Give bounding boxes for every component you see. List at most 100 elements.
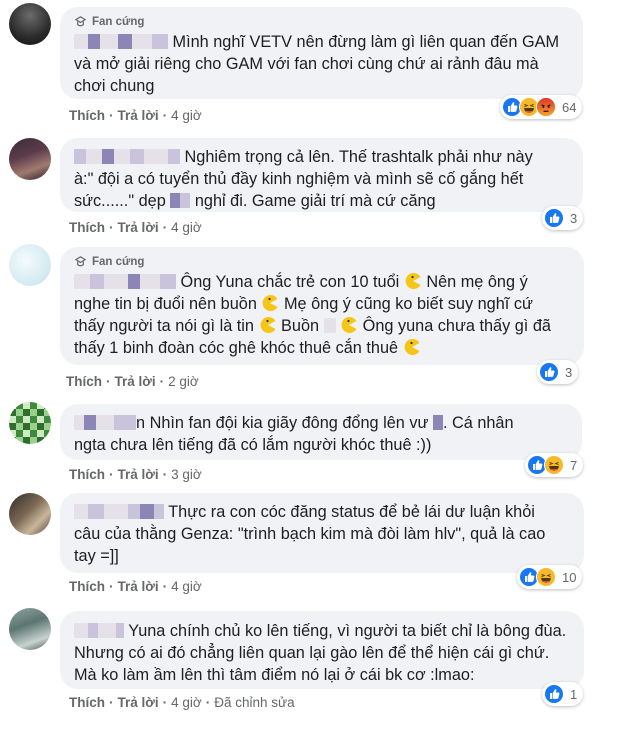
text-line: Mình nghĩ VETV nên đừng làm gì liên quan… bbox=[172, 33, 560, 51]
like-link[interactable]: Thích bbox=[69, 220, 105, 235]
edited-label[interactable]: Đã chỉnh sửa bbox=[214, 695, 294, 710]
pacman-emoji-icon bbox=[340, 316, 358, 334]
text-line: Mà ko làm ầm lên thì tâm điểm nó lại ở c… bbox=[74, 666, 475, 684]
like-icon bbox=[544, 684, 564, 704]
avatar[interactable] bbox=[9, 3, 51, 45]
text-line: Mẹ ông ý cũng ko biết suy nghĩ cứ bbox=[283, 295, 533, 313]
comment-actions: Thích · Trả lời · 4 giờ · Đã chỉnh sửa bbox=[69, 695, 295, 710]
comment-text: Ông Yuna chắc trẻ con 10 tuổi Nên mẹ ông… bbox=[74, 271, 570, 359]
text-line: Nghiêm trọng cả lên. Thế trashtalk phải … bbox=[184, 148, 533, 166]
author-name-blurred[interactable] bbox=[74, 33, 168, 49]
text-line: chơi chung bbox=[74, 77, 155, 95]
reply-link[interactable]: Trả lời bbox=[118, 695, 159, 710]
author-name-blurred[interactable] bbox=[74, 148, 180, 164]
avatar[interactable] bbox=[9, 138, 51, 180]
text-line: thấy 1 binh đoàn cóc ghê khóc thuê cắn t… bbox=[74, 339, 399, 357]
comment-text: Mình nghĩ VETV nên đừng làm gì liên quan… bbox=[74, 31, 569, 97]
comment-actions: Thích · Trả lời · 4 giờ bbox=[69, 220, 202, 235]
avatar[interactable] bbox=[9, 244, 51, 286]
timestamp[interactable]: 3 giờ bbox=[171, 467, 202, 482]
text-line: Thực ra con cóc đăng status để bẻ lái dư… bbox=[168, 503, 535, 521]
badge-label: Fan cứng bbox=[92, 255, 145, 268]
comment-text: Yuna chính chủ ko lên tiếng, vì người ta… bbox=[74, 620, 570, 686]
reply-link[interactable]: Trả lời bbox=[118, 220, 159, 235]
comment-bubble: n Nhìn fan đội kia giãy đông đổng lên vư… bbox=[60, 404, 582, 460]
angry-icon bbox=[536, 97, 556, 117]
reply-link[interactable]: Trả lời bbox=[115, 374, 156, 389]
comment-bubble: Nghiêm trọng cả lên. Thế trashtalk phải … bbox=[60, 138, 583, 212]
text-line: Ông yuna chưa thấy gì đã bbox=[362, 317, 551, 335]
pacman-emoji-icon bbox=[404, 272, 422, 290]
reaction-count: 1 bbox=[570, 686, 578, 702]
text-line: Ông Yuna chắc trẻ con 10 tuổi bbox=[180, 273, 400, 291]
timestamp[interactable]: 4 giờ bbox=[171, 579, 202, 594]
name-blurred bbox=[170, 192, 191, 208]
text-line: . Cá nhân bbox=[442, 414, 514, 432]
reaction-count: 10 bbox=[562, 569, 577, 585]
text-line: ngta chưa lên tiếng đã có lắm người khóc… bbox=[74, 436, 432, 454]
pacman-emoji-icon bbox=[261, 294, 279, 312]
reactions-summary[interactable]: 3 bbox=[542, 206, 584, 230]
like-link[interactable]: Thích bbox=[69, 108, 105, 123]
badge-icon bbox=[74, 255, 87, 268]
reply-link[interactable]: Trả lời bbox=[118, 108, 159, 123]
author-name-blurred[interactable] bbox=[74, 414, 136, 430]
like-link[interactable]: Thích bbox=[69, 467, 105, 482]
text-line: n Nhìn fan đội kia giãy đông đổng lên vư bbox=[136, 414, 429, 432]
comment-bubble: Fan cứng Mình nghĩ VETV nên đừng làm gì … bbox=[60, 7, 583, 99]
reaction-count: 64 bbox=[562, 99, 577, 115]
fan-badge: Fan cứng bbox=[74, 15, 569, 28]
text-line: sức......" dẹp bbox=[74, 192, 166, 210]
reply-link[interactable]: Trả lời bbox=[118, 579, 159, 594]
haha-icon bbox=[544, 455, 564, 475]
text-line: nghỉ đi. Game giải trí mà cứ căng bbox=[194, 192, 436, 210]
haha-icon bbox=[536, 567, 556, 587]
reaction-count: 3 bbox=[565, 364, 573, 380]
comment-text: Nghiêm trọng cả lên. Thế trashtalk phải … bbox=[74, 146, 569, 212]
comment-bubble: Fan cứng Ông Yuna chắc trẻ con 10 tuổi N… bbox=[60, 247, 584, 365]
like-icon bbox=[544, 208, 564, 228]
author-name-blurred[interactable] bbox=[74, 622, 124, 638]
text-line: Buồn bbox=[281, 317, 320, 335]
pacman-emoji-icon bbox=[259, 316, 277, 334]
text-line: câu của thằng Genza: "trình bạch kim mà … bbox=[74, 525, 546, 543]
reactions-summary[interactable]: 3 bbox=[537, 360, 579, 384]
timestamp[interactable]: 4 giờ bbox=[171, 108, 202, 123]
reactions-summary[interactable]: 10 bbox=[517, 565, 583, 589]
reply-link[interactable]: Trả lời bbox=[118, 467, 159, 482]
text-line: và mở giải riêng cho GAM với fan chơi cù… bbox=[74, 55, 539, 73]
avatar[interactable] bbox=[9, 493, 51, 535]
comment-actions: Thích · Trả lời · 3 giờ bbox=[69, 467, 202, 482]
comment-bubble: Thực ra con cóc đăng status để bẻ lái dư… bbox=[60, 493, 584, 573]
reaction-count: 3 bbox=[570, 210, 578, 226]
timestamp[interactable]: 4 giờ bbox=[171, 695, 202, 710]
author-name-blurred[interactable] bbox=[74, 273, 176, 289]
avatar[interactable] bbox=[9, 402, 51, 444]
badge-icon bbox=[74, 15, 87, 28]
avatar[interactable] bbox=[9, 608, 51, 650]
reactions-summary[interactable]: 64 bbox=[500, 95, 583, 119]
like-link[interactable]: Thích bbox=[69, 579, 105, 594]
timestamp[interactable]: 4 giờ bbox=[171, 220, 202, 235]
comment-actions: Thích · Trả lời · 4 giờ bbox=[69, 108, 202, 123]
comment-actions: Thích · Trả lời · 2 giờ bbox=[66, 374, 199, 389]
fan-badge: Fan cứng bbox=[74, 255, 570, 268]
reactions-summary[interactable]: 7 bbox=[525, 453, 584, 477]
text-line: à:" đội a có tuyển thủ đầy kinh nghiệm v… bbox=[74, 170, 524, 188]
reactions-summary[interactable]: 1 bbox=[542, 682, 584, 706]
like-link[interactable]: Thích bbox=[69, 695, 105, 710]
like-link[interactable]: Thích bbox=[66, 374, 102, 389]
reaction-count: 7 bbox=[570, 457, 578, 473]
text-line: nghe tin bị đuổi nên buồn bbox=[74, 295, 257, 313]
comment-text: Thực ra con cóc đăng status để bẻ lái dư… bbox=[74, 501, 570, 567]
comment-text: n Nhìn fan đội kia giãy đông đổng lên vư… bbox=[74, 412, 568, 456]
badge-label: Fan cứng bbox=[92, 15, 145, 28]
comment-bubble: Yuna chính chủ ko lên tiếng, vì người ta… bbox=[60, 611, 584, 689]
timestamp[interactable]: 2 giờ bbox=[168, 374, 199, 389]
author-name-blurred[interactable] bbox=[74, 503, 164, 519]
text-line: Yuna chính chủ ko lên tiếng, vì người ta… bbox=[128, 622, 567, 640]
text-line: tay =]] bbox=[74, 547, 119, 565]
text-line: Nên mẹ ông ý bbox=[426, 273, 528, 291]
text-line: Nhưng có ai đó chẳng liên quan lại gào l… bbox=[74, 644, 550, 662]
like-icon bbox=[539, 362, 559, 382]
